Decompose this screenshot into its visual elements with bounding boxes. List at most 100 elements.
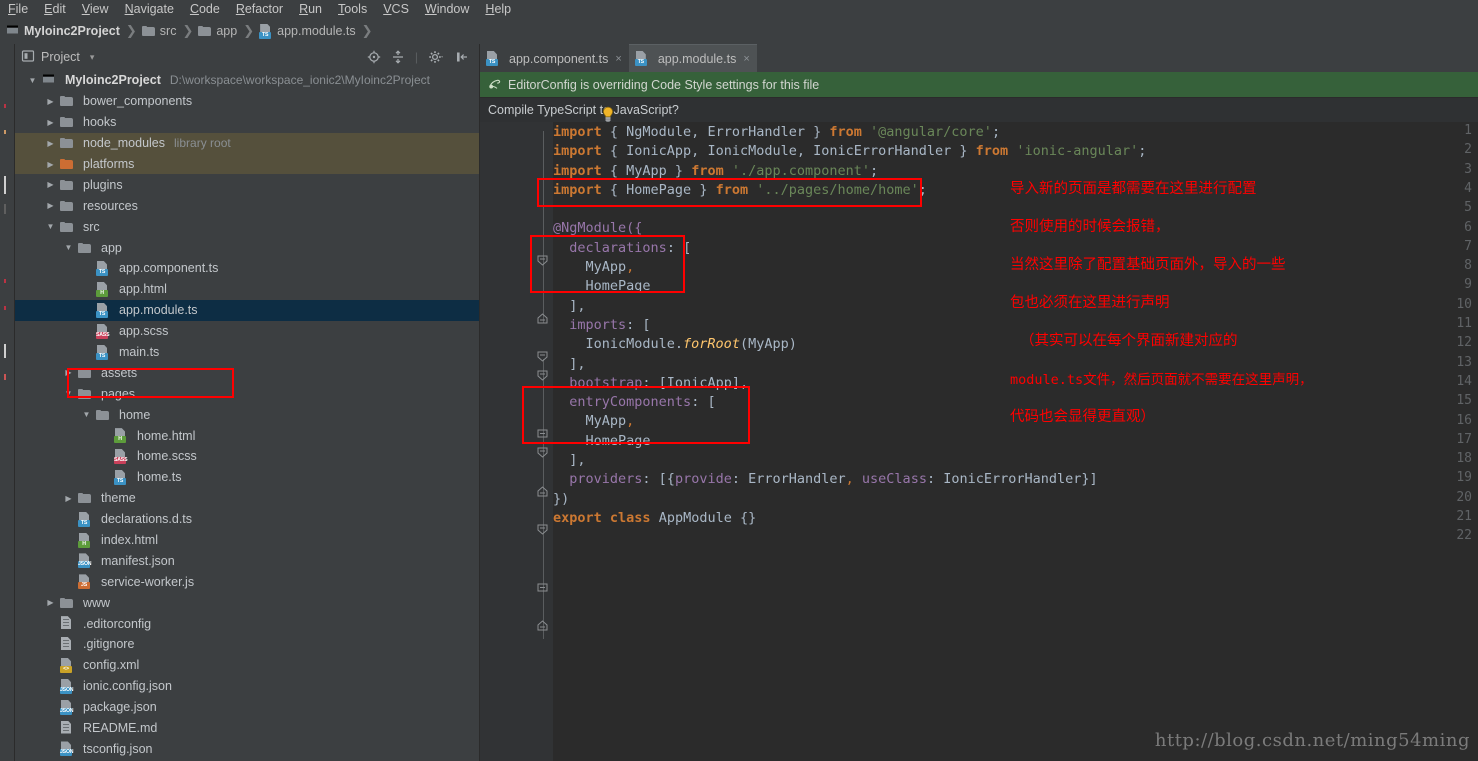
fold-handle-line18[interactable] xyxy=(536,581,549,594)
breadcrumb-item-1[interactable]: src xyxy=(141,24,176,38)
code-line-12[interactable]: IonicModule.forRoot(MyApp) xyxy=(553,335,1478,354)
tree-row-bower-components[interactable]: ▶ bower_components xyxy=(15,91,479,112)
tree-row-main-ts[interactable]: TS main.ts xyxy=(15,342,479,363)
editorconfig-notification[interactable]: EditorConfig is overriding Code Style se… xyxy=(480,72,1478,98)
tree-row-home[interactable]: ▼ home xyxy=(15,404,479,425)
tree-row-home-html[interactable]: Hhome.html xyxy=(15,425,479,446)
tree-row-plugins[interactable]: ▶ plugins xyxy=(15,174,479,195)
fold-handle-line10[interactable] xyxy=(536,427,549,440)
tree-row-tsconfig-json[interactable]: JSON tsconfig.json xyxy=(15,739,479,760)
fold-handle-line15[interactable] xyxy=(536,523,549,536)
tree-expand-arrow[interactable]: ▼ xyxy=(63,243,74,252)
menu-item-window[interactable]: Window xyxy=(417,0,477,18)
editor-tab-app-module-ts[interactable]: TS app.module.ts × xyxy=(628,44,757,72)
tree-row-assets[interactable]: ▶ assets xyxy=(15,362,479,383)
lightbulb-icon[interactable] xyxy=(601,106,614,123)
tree-expand-arrow[interactable]: ▼ xyxy=(81,410,92,419)
breadcrumb-item-2[interactable]: app xyxy=(198,24,237,38)
tree-row-manifest-json[interactable]: JSON manifest.json xyxy=(15,550,479,571)
tree-expand-arrow[interactable]: ▶ xyxy=(45,180,56,189)
tree-row-node-modules[interactable]: ▶ node_modules library root xyxy=(15,132,479,154)
code-line-2[interactable]: import { IonicApp, IonicModule, IonicErr… xyxy=(553,142,1478,161)
tree-row-service-worker-js[interactable]: JS service-worker.js xyxy=(15,571,479,592)
code-line-18[interactable]: ], xyxy=(553,451,1478,470)
tree-row-app-module-ts[interactable]: TS app.module.ts xyxy=(15,299,479,321)
tree-expand-arrow[interactable]: ▶ xyxy=(45,97,56,106)
menu-item-vcs[interactable]: VCS xyxy=(375,0,417,18)
tree-row-theme[interactable]: ▶ theme xyxy=(15,488,479,509)
tree-row-app[interactable]: ▼ app xyxy=(15,237,479,258)
editor-tab-close-icon[interactable]: × xyxy=(743,53,749,65)
fold-handle-line20[interactable] xyxy=(536,619,549,632)
tree-expand-arrow[interactable]: ▶ xyxy=(63,368,74,377)
code-line-17[interactable]: HomePage xyxy=(553,432,1478,451)
project-file-tree[interactable]: ▼ MyIoinc2Project D:\workspace\workspace_i… xyxy=(15,70,479,761)
tree-row--editorconfig[interactable]: .editorconfig xyxy=(15,613,479,634)
tree-row-www[interactable]: ▶ www xyxy=(15,592,479,613)
settings-gear-icon[interactable] xyxy=(428,50,445,64)
hide-panel-icon[interactable] xyxy=(455,50,469,64)
tree-row-app-component-ts[interactable]: TS app.component.ts xyxy=(15,258,479,279)
menu-item-run[interactable]: Run xyxy=(291,0,330,18)
breadcrumb-item-3[interactable]: TS app.module.ts xyxy=(259,23,356,39)
code-line-22[interactable] xyxy=(553,528,1478,547)
tree-expand-arrow[interactable]: ▶ xyxy=(45,598,56,607)
tree-row-app-scss[interactable]: SASS app.scss xyxy=(15,321,479,342)
tree-row-hooks[interactable]: ▶ hooks xyxy=(15,112,479,133)
tree-expand-arrow[interactable]: ▼ xyxy=(27,76,38,85)
tree-row-declarations-d-ts[interactable]: TS declarations.d.ts xyxy=(15,509,479,530)
code-line-1[interactable]: import { NgModule, ErrorHandler } from '… xyxy=(553,123,1478,142)
menu-item-tools[interactable]: Tools xyxy=(330,0,375,18)
tree-row-readme-md[interactable]: README.md xyxy=(15,718,479,739)
code-editor[interactable]: 1 2 3 4 5 6 7 8 9 10 11 12 13 14 15 16 17 18 19 20 21 22 xyxy=(480,122,1478,761)
tree-row-platforms[interactable]: ▶ platforms xyxy=(15,153,479,175)
tree-row-src[interactable]: ▼ src xyxy=(15,216,479,237)
tree-row-app-html[interactable]: Happ.html xyxy=(15,279,479,300)
code-line-21[interactable]: export class AppModule {} xyxy=(553,509,1478,528)
tree-row-home-scss[interactable]: SASS home.scss xyxy=(15,446,479,467)
tree-expand-arrow[interactable]: ▶ xyxy=(45,160,56,169)
project-panel-caret[interactable]: ▾ xyxy=(90,52,95,63)
tree-expand-arrow[interactable]: ▼ xyxy=(63,389,74,398)
menu-item-code[interactable]: Code xyxy=(182,0,228,18)
fold-handle-line4[interactable] xyxy=(536,312,549,325)
editor-fold-column[interactable] xyxy=(535,122,553,761)
menu-item-view[interactable]: View xyxy=(74,0,117,18)
menu-item-file[interactable]: File xyxy=(0,0,36,18)
editor-tab-app-component-ts[interactable]: TS app.component.ts × xyxy=(480,45,629,72)
menu-item-refactor[interactable]: Refactor xyxy=(228,0,291,18)
tree-row-pages[interactable]: ▼ pages xyxy=(15,383,479,404)
breadcrumb-item-0[interactable]: MyIoinc2Project xyxy=(6,24,120,38)
code-line-19[interactable]: providers: [{provide: ErrorHandler, useC… xyxy=(553,470,1478,489)
fold-handle-line13[interactable] xyxy=(536,485,549,498)
tree-expand-arrow[interactable]: ▶ xyxy=(63,494,74,503)
tree-row--gitignore[interactable]: .gitignore xyxy=(15,634,479,655)
menu-item-edit[interactable]: Edit xyxy=(36,0,74,18)
tree-row-resources[interactable]: ▶ resources xyxy=(15,195,479,216)
tree-expand-arrow[interactable]: ▼ xyxy=(45,222,56,231)
tree-expand-arrow[interactable]: ▶ xyxy=(45,201,56,210)
tree-row-icon xyxy=(60,221,78,232)
code-line-11[interactable]: imports: [ xyxy=(553,316,1478,335)
editor-tab-close-icon[interactable]: × xyxy=(615,53,621,65)
menu-item-help[interactable]: Help xyxy=(477,0,519,18)
tree-row-ionic-config-json[interactable]: JSON ionic.config.json xyxy=(15,676,479,697)
locate-icon[interactable] xyxy=(367,50,381,64)
compile-typescript-prompt[interactable]: Compile TypeScript to JavaScript? xyxy=(480,98,1478,123)
fold-handle-line7[interactable] xyxy=(536,369,549,382)
ide-window: File Edit View Navigate Code Refactor Run Tools… xyxy=(0,0,1478,761)
tree-expand-arrow[interactable]: ▶ xyxy=(45,118,56,127)
tree-row-home-ts[interactable]: TS home.ts xyxy=(15,467,479,488)
collapse-all-icon[interactable] xyxy=(391,50,405,64)
tree-row-index-html[interactable]: Hindex.html xyxy=(15,530,479,551)
tree-row-myioinc2project[interactable]: ▼ MyIoinc2Project D:\workspace\workspace_i… xyxy=(15,70,479,91)
tree-row-package-json[interactable]: JSON package.json xyxy=(15,697,479,718)
fold-handle-line11[interactable] xyxy=(536,446,549,459)
tree-expand-arrow[interactable]: ▶ xyxy=(45,139,56,148)
fold-handle-line6[interactable] xyxy=(536,350,549,363)
left-tool-strip[interactable] xyxy=(0,44,15,761)
fold-handle-line1[interactable] xyxy=(536,254,549,267)
menu-item-navigate[interactable]: Navigate xyxy=(117,0,182,18)
tree-row-config-xml[interactable]: <> config.xml xyxy=(15,655,479,676)
code-line-20[interactable]: }) xyxy=(553,490,1478,509)
